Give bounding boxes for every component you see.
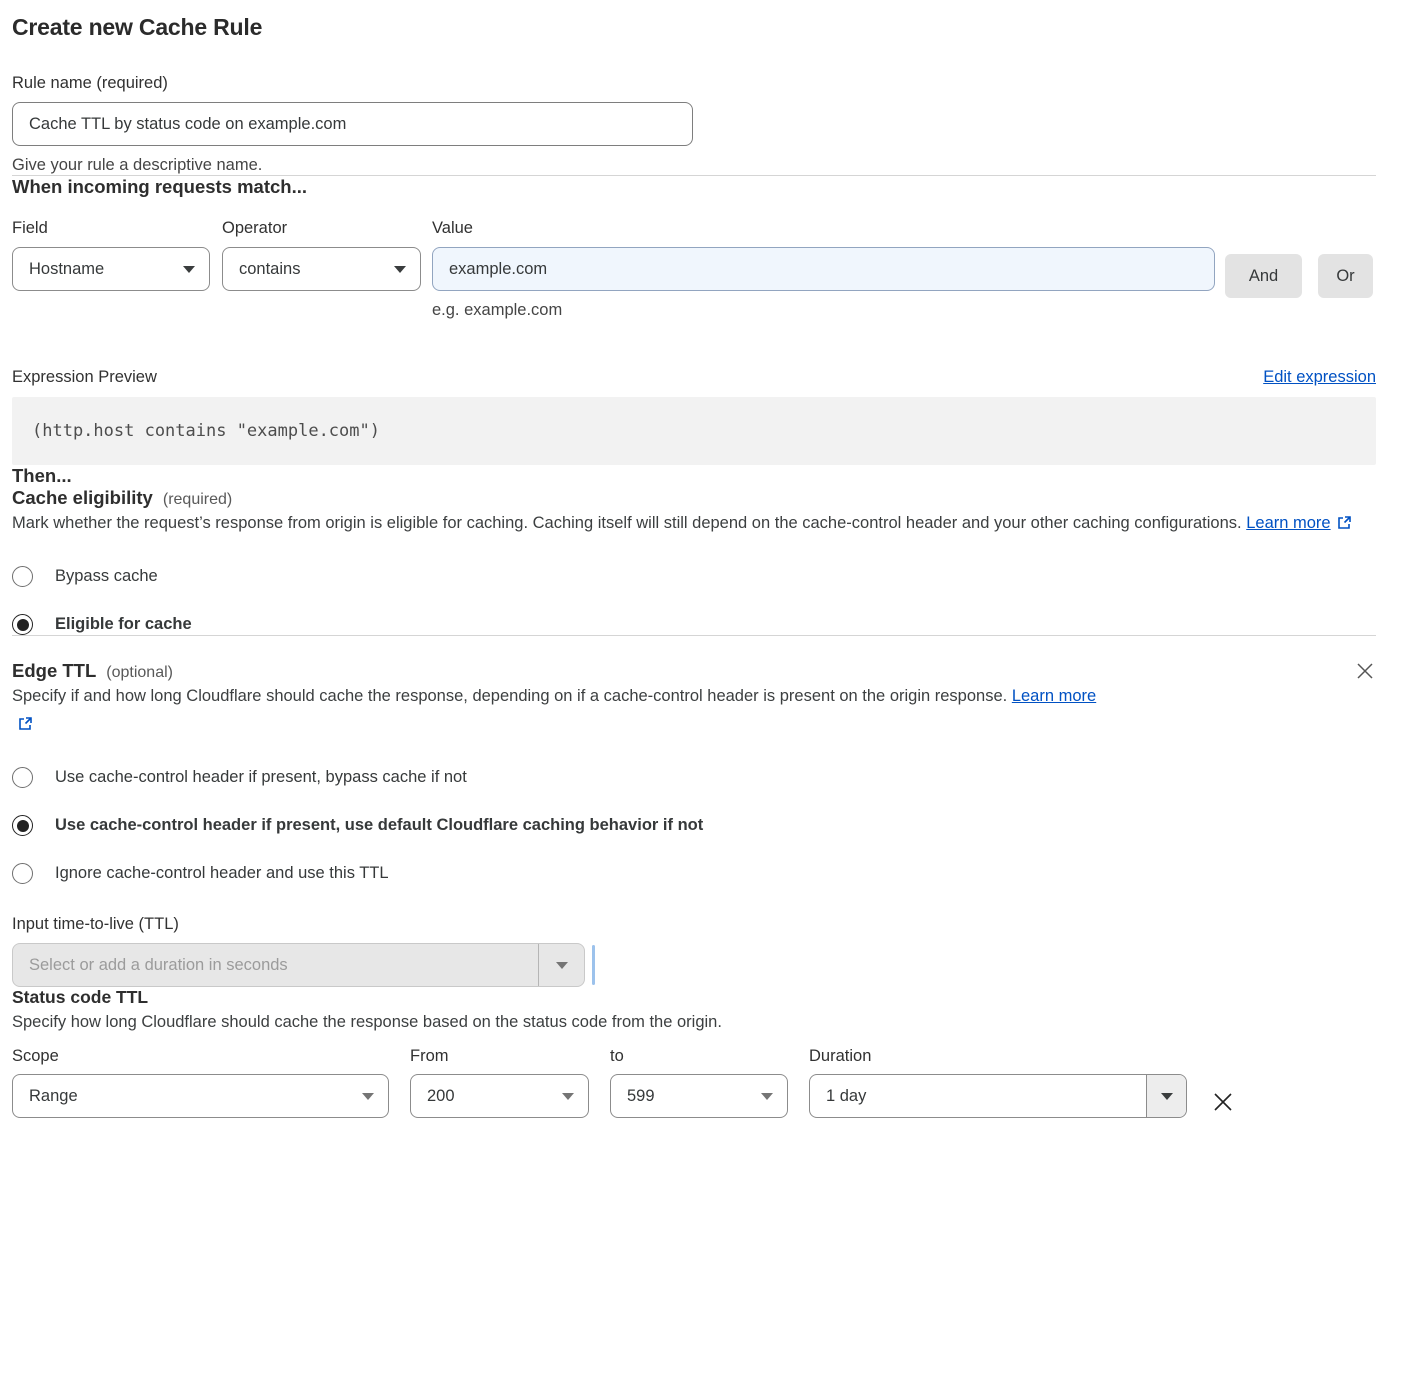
edge-ttl-description-text: Specify if and how long Cloudflare shoul… [12,687,1007,705]
cache-eligibility-heading-text: Cache eligibility [12,487,153,508]
radio-use-header-bypass[interactable]: Use cache-control header if present, byp… [12,767,1376,788]
required-tag: (required) [163,491,232,508]
chevron-down-icon [556,962,568,969]
field-label: Field [12,219,210,238]
expression-code-block: (http.host contains "example.com") [12,397,1376,465]
status-code-ttl-heading: Status code TTL [12,987,1376,1008]
status-code-ttl-description: Specify how long Cloudflare should cache… [12,1008,1376,1036]
duration-select-value: 1 day [826,1087,866,1106]
ttl-select-placeholder: Select or add a duration in seconds [13,956,288,975]
duration-select[interactable]: 1 day [809,1074,1187,1118]
remove-status-code-row-button[interactable] [1210,1089,1236,1115]
to-select[interactable]: 599 [610,1074,788,1118]
close-edge-ttl-button[interactable] [1354,660,1376,682]
from-column: From 200 [410,1047,589,1118]
ttl-select-row: Select or add a duration in seconds [12,943,1376,987]
duration-label: Duration [809,1047,1187,1066]
from-select-value: 200 [427,1087,455,1106]
operator-select-value: contains [239,260,300,279]
radio-label: Bypass cache [55,567,158,586]
match-section-heading: When incoming requests match... [12,176,1376,198]
operator-label: Operator [222,219,421,238]
to-column: to 599 [610,1047,788,1118]
select-arrow-segment [1146,1075,1186,1117]
chevron-down-icon [761,1093,773,1100]
radio-icon [12,815,33,836]
value-input[interactable] [432,247,1215,291]
field-select-value: Hostname [29,260,104,279]
cache-eligibility-description: Mark whether the request’s response from… [12,509,1357,537]
section-divider [12,635,1376,636]
chevron-down-icon [362,1093,374,1100]
text-cursor [592,945,595,985]
cache-eligibility-description-text: Mark whether the request’s response from… [12,514,1242,532]
optional-tag: (optional) [106,664,173,681]
radio-ignore-header-use-ttl[interactable]: Ignore cache-control header and use this… [12,863,1376,884]
and-button[interactable]: And [1225,254,1302,298]
value-helper: e.g. example.com [432,301,1215,320]
rule-name-label: Rule name (required) [12,74,1376,93]
duration-column: Duration 1 day [809,1047,1187,1118]
external-link-icon [1337,515,1352,530]
radio-eligible-for-cache[interactable]: Eligible for cache [12,614,1376,635]
radio-label: Eligible for cache [55,615,192,634]
edge-ttl-heading: Edge TTL (optional) [12,660,173,682]
radio-label: Use cache-control header if present, use… [55,816,703,835]
radio-use-header-default[interactable]: Use cache-control header if present, use… [12,815,1376,836]
learn-more-label: Learn more [1012,687,1096,705]
learn-more-link[interactable]: Learn more [1246,514,1351,532]
radio-label: Ignore cache-control header and use this… [55,864,389,883]
rule-name-helper: Give your rule a descriptive name. [12,156,1376,175]
value-column: Value e.g. example.com [432,219,1215,320]
expression-preview-label: Expression Preview [12,368,157,387]
chevron-down-icon [394,266,406,273]
rule-name-input[interactable] [12,102,693,146]
cache-eligibility-heading: Cache eligibility (required) [12,487,1376,509]
radio-icon [12,767,33,788]
scope-column: Scope Range [12,1047,389,1118]
to-label: to [610,1047,788,1066]
edge-ttl-header: Edge TTL (optional) [12,660,1376,682]
radio-icon [12,863,33,884]
select-arrow-segment [538,944,584,986]
close-icon [1212,1091,1234,1113]
radio-bypass-cache[interactable]: Bypass cache [12,566,1376,587]
operator-column: Operator contains [222,219,421,291]
external-link-icon [18,716,33,731]
ttl-duration-select[interactable]: Select or add a duration in seconds [12,943,585,987]
to-select-value: 599 [627,1087,655,1106]
radio-label: Use cache-control header if present, byp… [55,768,467,787]
edge-ttl-description: Specify if and how long Cloudflare shoul… [12,682,1116,738]
chevron-down-icon [1161,1093,1173,1100]
chevron-down-icon [562,1093,574,1100]
learn-more-label: Learn more [1246,514,1330,532]
from-select[interactable]: 200 [410,1074,589,1118]
then-heading: Then... [12,465,1376,487]
page-title: Create new Cache Rule [12,14,1376,41]
match-condition-row: Field Hostname Operator contains Value e… [12,219,1376,320]
status-code-ttl-row: Scope Range From 200 to 599 Duration 1 d… [12,1047,1376,1118]
radio-icon [12,614,33,635]
scope-select[interactable]: Range [12,1074,389,1118]
field-select[interactable]: Hostname [12,247,210,291]
expression-preview-header: Expression Preview Edit expression [12,368,1376,387]
chevron-down-icon [183,266,195,273]
value-label: Value [432,219,1215,238]
or-button[interactable]: Or [1318,254,1373,298]
field-column: Field Hostname [12,219,210,291]
ttl-input-label: Input time-to-live (TTL) [12,915,1376,934]
create-cache-rule-form: Create new Cache Rule Rule name (require… [0,0,1412,1142]
edge-ttl-heading-text: Edge TTL [12,660,96,681]
scope-label: Scope [12,1047,389,1066]
close-icon [1356,662,1374,680]
edit-expression-link[interactable]: Edit expression [1263,368,1376,387]
from-label: From [410,1047,589,1066]
operator-select[interactable]: contains [222,247,421,291]
condition-buttons: And Or [1215,254,1373,298]
radio-icon [12,566,33,587]
scope-select-value: Range [29,1087,78,1106]
